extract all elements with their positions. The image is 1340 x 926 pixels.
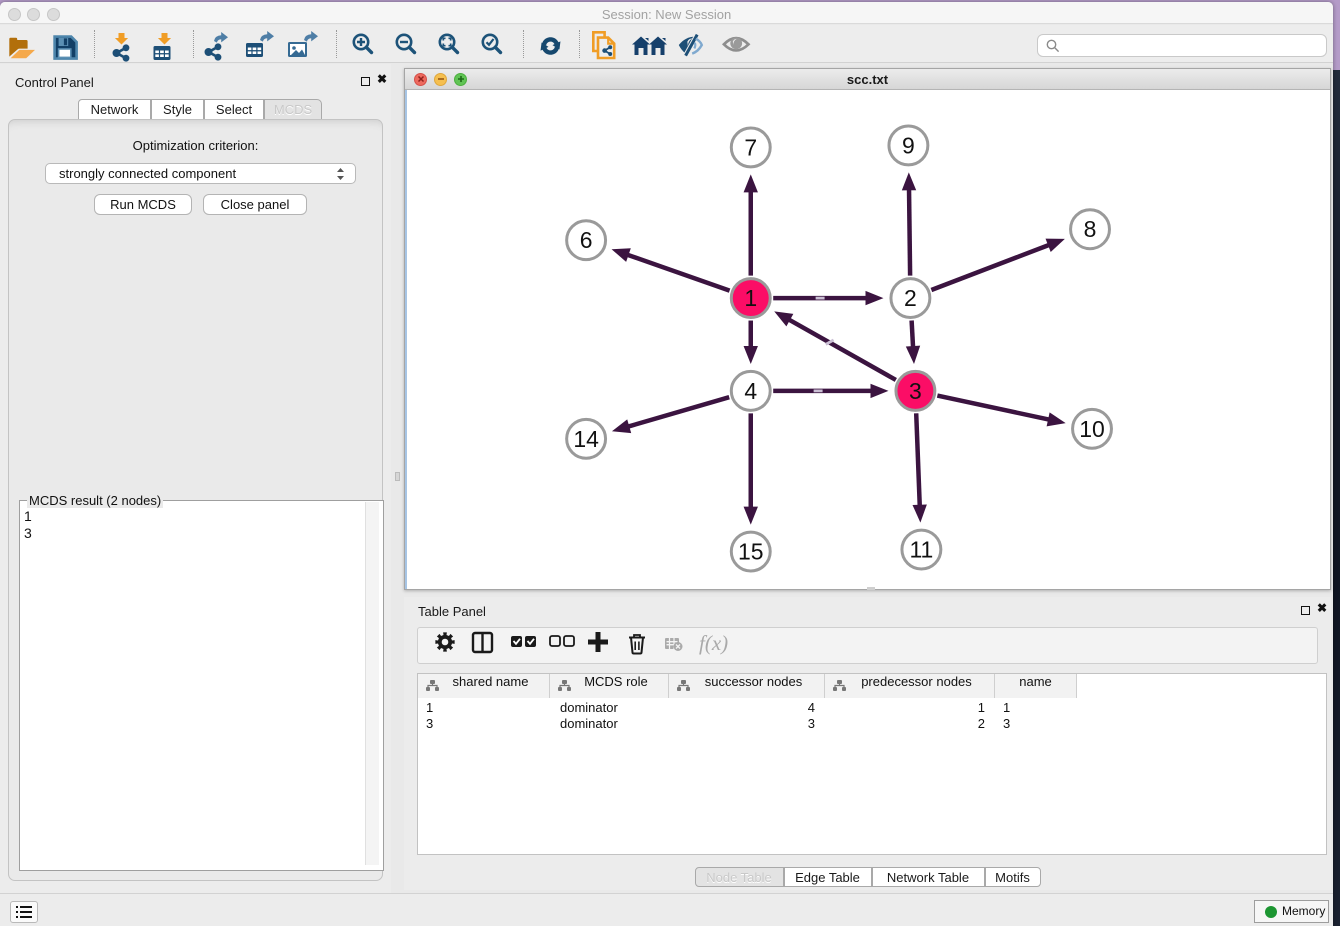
svg-text:6: 6 <box>580 227 593 253</box>
svg-text:3: 3 <box>909 378 922 404</box>
svg-text:15: 15 <box>738 539 764 565</box>
svg-text:f(x): f(x) <box>699 631 728 655</box>
svg-text:2: 2 <box>904 285 917 311</box>
svg-text:8: 8 <box>1084 216 1097 242</box>
svg-text:9: 9 <box>902 132 915 158</box>
svg-text:1: 1 <box>744 285 757 311</box>
svg-text:4: 4 <box>744 378 757 404</box>
svg-text:10: 10 <box>1079 416 1105 442</box>
svg-text:11: 11 <box>909 537 933 563</box>
svg-text:7: 7 <box>744 134 757 160</box>
svg-text:14: 14 <box>573 426 599 452</box>
